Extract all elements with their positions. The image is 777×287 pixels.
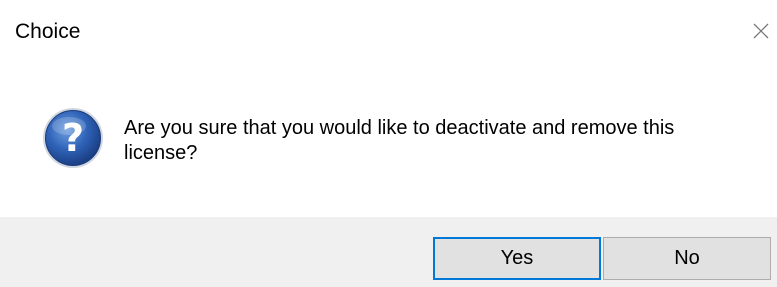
- dialog-body: ? Are you sure that you would like to de…: [0, 62, 777, 217]
- title-bar: Choice: [0, 0, 777, 62]
- close-icon: [753, 23, 769, 39]
- yes-button[interactable]: Yes: [433, 237, 601, 280]
- choice-dialog: Choice ? Are you sure that you would lik…: [0, 0, 777, 287]
- no-button[interactable]: No: [603, 237, 771, 280]
- button-bar: Yes No: [0, 217, 777, 287]
- close-button[interactable]: [743, 13, 777, 47]
- window-title: Choice: [15, 20, 81, 43]
- question-icon: ?: [41, 106, 105, 170]
- svg-text:?: ?: [62, 116, 84, 160]
- dialog-message: Are you sure that you would like to deac…: [124, 117, 675, 164]
